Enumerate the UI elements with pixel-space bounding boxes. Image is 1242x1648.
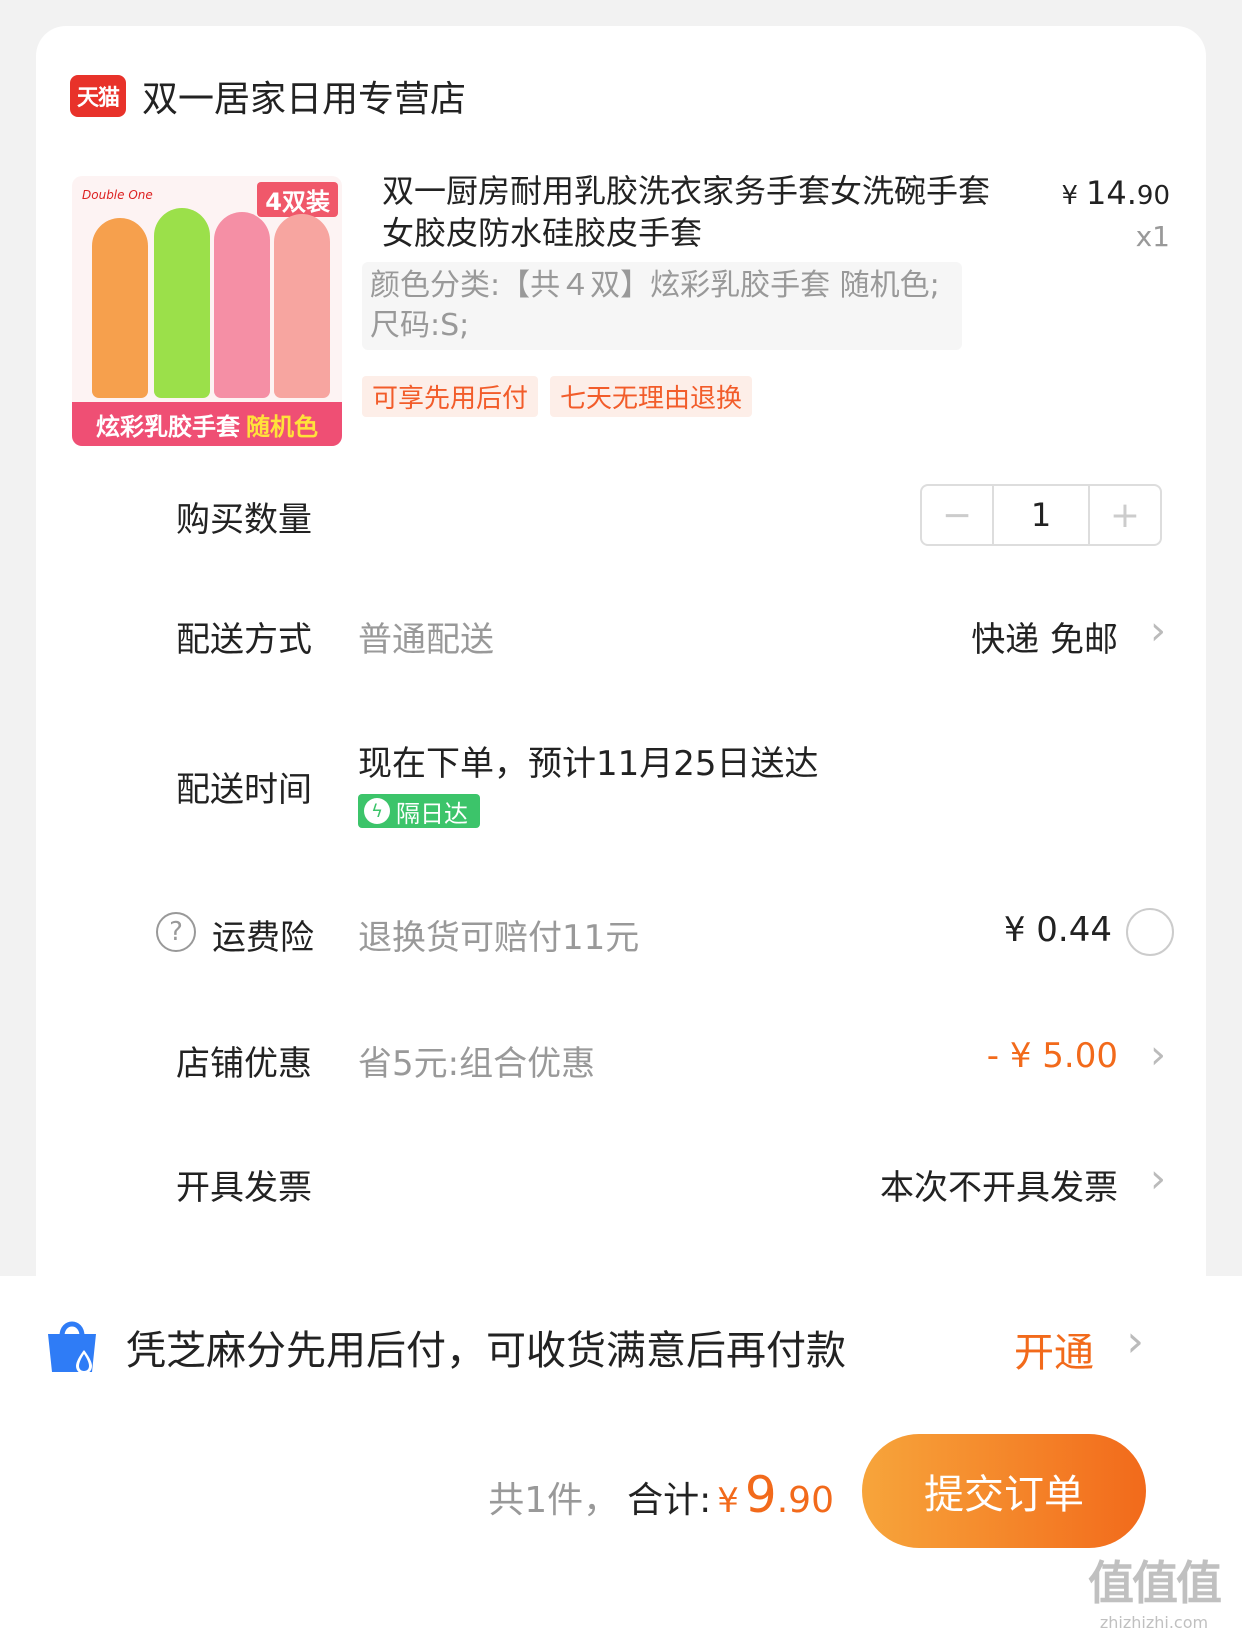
glove-orange	[92, 218, 148, 398]
glove-pink	[214, 212, 270, 398]
help-icon[interactable]: ?	[156, 912, 196, 952]
delivery-time-label: 配送时间	[176, 770, 312, 810]
delivery-value: 快递 免邮	[971, 620, 1118, 660]
insurance-price: ¥ 0.44	[1003, 910, 1112, 950]
shopping-bag-icon	[48, 1321, 96, 1374]
tag-pay-later: 可享先用后付	[362, 376, 539, 417]
product-title[interactable]: 双一厨房耐用乳胶洗衣家务手套女洗碗手套女胶皮防水硅胶皮手套	[382, 170, 992, 254]
watermark: 值值值 zhizhizhi.com	[1088, 1547, 1222, 1632]
discount-value: - ¥ 5.00	[986, 1036, 1118, 1076]
image-banner-highlight: 随机色	[246, 412, 318, 441]
chevron-right-icon[interactable]: ›	[1126, 1316, 1144, 1367]
shop-name: 双一居家日用专营店	[142, 79, 467, 120]
watermark-url: zhizhizhi.com	[1099, 1613, 1209, 1632]
pay-later-text: 凭芝麻分先用后付，可收货满意后再付款	[126, 1328, 846, 1374]
quantity-value[interactable]: 1	[992, 486, 1090, 544]
delivery-row[interactable]: 配送方式 普通配送 快递 免邮 ›	[36, 608, 1206, 662]
watermark-logo: 值值值	[1088, 1556, 1222, 1610]
minus-button[interactable]: −	[922, 486, 992, 544]
product-image[interactable]: Double One 4双装 炫彩乳胶手套 随机色	[72, 176, 342, 446]
next-day-badge: ϟ 隔日达	[358, 794, 480, 828]
discount-sub: 省5元:组合优惠	[358, 1044, 596, 1084]
total-price: ¥9.90	[717, 1466, 834, 1524]
delivery-label: 配送方式	[176, 620, 312, 660]
image-banner-text: 炫彩乳胶手套	[96, 412, 240, 441]
next-day-label: 隔日达	[396, 799, 468, 828]
quantity-label: 购买数量	[176, 500, 312, 540]
shop-header[interactable]: 天猫 双一居家日用专营店	[70, 70, 466, 122]
tmall-logo-icon: 天猫	[70, 75, 126, 117]
quantity-stepper[interactable]: − 1 +	[920, 484, 1162, 546]
discount-row[interactable]: 店铺优惠 省5元:组合优惠 - ¥ 5.00 ›	[36, 1032, 1206, 1086]
lightning-icon: ϟ	[364, 798, 390, 824]
service-tags: 可享先用后付 七天无理由退换	[362, 376, 753, 417]
brand-logo: Double One	[82, 188, 153, 202]
delivery-time-text: 现在下单，预计11月25日送达	[358, 744, 819, 784]
discount-label: 店铺优惠	[176, 1044, 312, 1084]
invoice-row[interactable]: 开具发票 本次不开具发票 ›	[36, 1156, 1206, 1210]
insurance-sub: 退换货可赔付11元	[358, 918, 640, 958]
order-summary: 共1件， 合计: ¥9.90	[488, 1466, 834, 1524]
submit-order-button[interactable]: 提交订单	[862, 1434, 1146, 1548]
total-label: 合计:	[627, 1480, 712, 1521]
pay-later-open-link[interactable]: 开通	[1014, 1320, 1094, 1378]
chevron-right-icon: ›	[1150, 1032, 1166, 1078]
plus-button[interactable]: +	[1090, 486, 1160, 544]
item-count: 共1件，	[488, 1480, 620, 1521]
bottom-panel: 凭芝麻分先用后付，可收货满意后再付款 开通 › 共1件， 合计: ¥9.90 提…	[0, 1276, 1242, 1648]
insurance-radio[interactable]	[1126, 908, 1174, 956]
product-qty: x1	[1135, 220, 1170, 253]
delivery-sub: 普通配送	[358, 620, 494, 660]
image-banner: 炫彩乳胶手套 随机色	[72, 402, 342, 446]
invoice-label: 开具发票	[176, 1168, 312, 1208]
tag-free-return: 七天无理由退换	[550, 376, 753, 417]
glove-peach	[274, 214, 330, 398]
chevron-right-icon: ›	[1150, 1156, 1166, 1202]
price-column: ¥14.90 x1	[1061, 174, 1170, 253]
sku-selector[interactable]: 颜色分类:【共４双】炫彩乳胶手套 随机色;尺码:S;	[362, 262, 962, 350]
insurance-label: 运费险	[212, 918, 314, 958]
glove-green	[154, 208, 210, 398]
invoice-value: 本次不开具发票	[880, 1168, 1118, 1208]
pack-tag: 4双装	[257, 182, 338, 217]
product-price: ¥14.90	[1061, 174, 1170, 212]
chevron-right-icon: ›	[1150, 608, 1166, 654]
order-card: 天猫 双一居家日用专营店 Double One 4双装 炫彩乳胶手套 随机色 双…	[36, 26, 1206, 1346]
